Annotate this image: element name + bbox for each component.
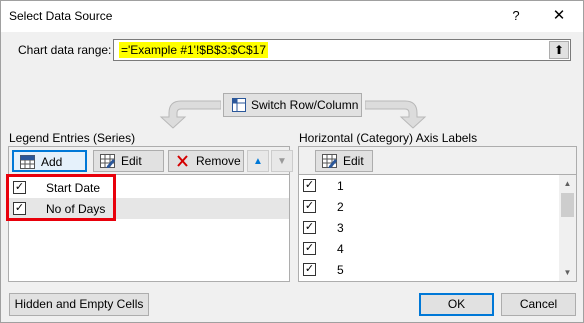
edit-series-label: Edit bbox=[121, 154, 142, 168]
edit-axis-labels-label: Edit bbox=[343, 154, 364, 168]
switch-row-column-icon bbox=[232, 98, 246, 112]
chart-data-range-label-text: Chart data range: bbox=[18, 43, 112, 57]
window-title: Select Data Source bbox=[9, 9, 113, 23]
chart-data-range-value: ='Example #1'!$B$3:$C$17 bbox=[119, 42, 269, 58]
cancel-button[interactable]: Cancel bbox=[501, 293, 576, 316]
move-down-icon: ▼ bbox=[277, 156, 287, 167]
cancel-label: Cancel bbox=[519, 297, 558, 311]
axis-label-checkbox[interactable]: ✓ bbox=[303, 200, 316, 213]
hidden-and-empty-cells-label: Hidden and Empty Cells bbox=[14, 297, 144, 311]
remove-series-label: Remove bbox=[196, 154, 241, 168]
axis-label-text: 2 bbox=[337, 200, 344, 214]
curved-arrow-left-icon bbox=[159, 100, 221, 129]
edit-table-icon bbox=[100, 154, 115, 168]
axis-label-text: 1 bbox=[337, 179, 344, 193]
move-up-button[interactable]: ▲ bbox=[247, 150, 269, 172]
series-checkbox[interactable]: ✓ bbox=[13, 181, 26, 194]
axis-labels-panel: Edit ✓ 1 ✓ 2 ✓ 3 ✓ 4 ✓ 5 ▲ ▼ bbox=[298, 146, 577, 282]
collapse-arrow-icon: ⬆ bbox=[553, 43, 565, 57]
axis-toolbar: Edit bbox=[299, 147, 576, 175]
move-down-button[interactable]: ▼ bbox=[271, 150, 293, 172]
ok-label: OK bbox=[447, 297, 466, 311]
move-up-icon: ▲ bbox=[253, 156, 263, 167]
series-checkbox[interactable]: ✓ bbox=[13, 202, 26, 215]
axis-label-text: 5 bbox=[337, 263, 344, 277]
scroll-down-icon[interactable]: ▼ bbox=[559, 264, 576, 281]
axis-label-checkbox[interactable]: ✓ bbox=[303, 221, 316, 234]
add-series-label: Add bbox=[41, 155, 63, 169]
series-label: Start Date bbox=[46, 181, 101, 195]
axis-label-checkbox[interactable]: ✓ bbox=[303, 179, 316, 192]
title-bar: Select Data Source ? ✕ bbox=[1, 1, 583, 32]
list-item[interactable]: ✓ 1 bbox=[299, 175, 576, 196]
list-item[interactable]: ✓ 5 bbox=[299, 259, 576, 280]
collapse-dialog-button[interactable]: ⬆ bbox=[549, 41, 569, 59]
axis-label-text: 4 bbox=[337, 242, 344, 256]
list-item[interactable]: ✓ No of Days bbox=[9, 198, 289, 219]
axis-label-text: 3 bbox=[337, 221, 344, 235]
add-table-icon bbox=[20, 155, 35, 169]
switch-row-column-button[interactable]: Switch Row/Column bbox=[223, 93, 362, 117]
legend-entries-panel: Add Edit Remove ▲ ▼ ✓ Start Date ✓ No of… bbox=[8, 146, 293, 282]
legend-toolbar: Add Edit Remove ▲ ▼ bbox=[9, 147, 293, 175]
axis-label-checkbox[interactable]: ✓ bbox=[303, 242, 316, 255]
chart-data-range-input[interactable]: ='Example #1'!$B$3:$C$17 ⬆ bbox=[113, 39, 571, 61]
remove-x-icon bbox=[177, 155, 188, 167]
close-button[interactable]: ✕ bbox=[546, 1, 572, 32]
add-series-button[interactable]: Add bbox=[12, 150, 87, 172]
scroll-thumb[interactable] bbox=[561, 193, 574, 217]
list-item[interactable]: ✓ 2 bbox=[299, 196, 576, 217]
chart-data-range-label: Chart data range: bbox=[18, 43, 111, 57]
help-button[interactable]: ? bbox=[503, 1, 529, 32]
select-data-source-dialog: Select Data Source ? ✕ Chart data range:… bbox=[0, 0, 584, 323]
ok-button[interactable]: OK bbox=[419, 293, 494, 316]
axis-label-checkbox[interactable]: ✓ bbox=[303, 263, 316, 276]
list-item[interactable]: ✓ Start Date bbox=[9, 177, 289, 198]
axis-labels-label: Horizontal (Category) Axis Labels bbox=[299, 131, 478, 145]
axis-labels-scrollbar[interactable]: ▲ ▼ bbox=[559, 175, 576, 281]
list-item[interactable]: ✓ 4 bbox=[299, 238, 576, 259]
legend-entries-label: Legend Entries (Series) bbox=[9, 131, 136, 145]
remove-series-button[interactable]: Remove bbox=[168, 150, 244, 172]
list-item[interactable]: ✓ 3 bbox=[299, 217, 576, 238]
scroll-up-icon[interactable]: ▲ bbox=[559, 175, 576, 192]
edit-series-button[interactable]: Edit bbox=[93, 150, 164, 172]
edit-table-icon bbox=[322, 154, 337, 168]
switch-row-column-label: Switch Row/Column bbox=[251, 98, 359, 112]
curved-arrow-right-icon bbox=[365, 100, 427, 129]
series-label: No of Days bbox=[46, 202, 106, 216]
edit-axis-labels-button[interactable]: Edit bbox=[315, 150, 373, 172]
hidden-and-empty-cells-button[interactable]: Hidden and Empty Cells bbox=[9, 293, 149, 316]
